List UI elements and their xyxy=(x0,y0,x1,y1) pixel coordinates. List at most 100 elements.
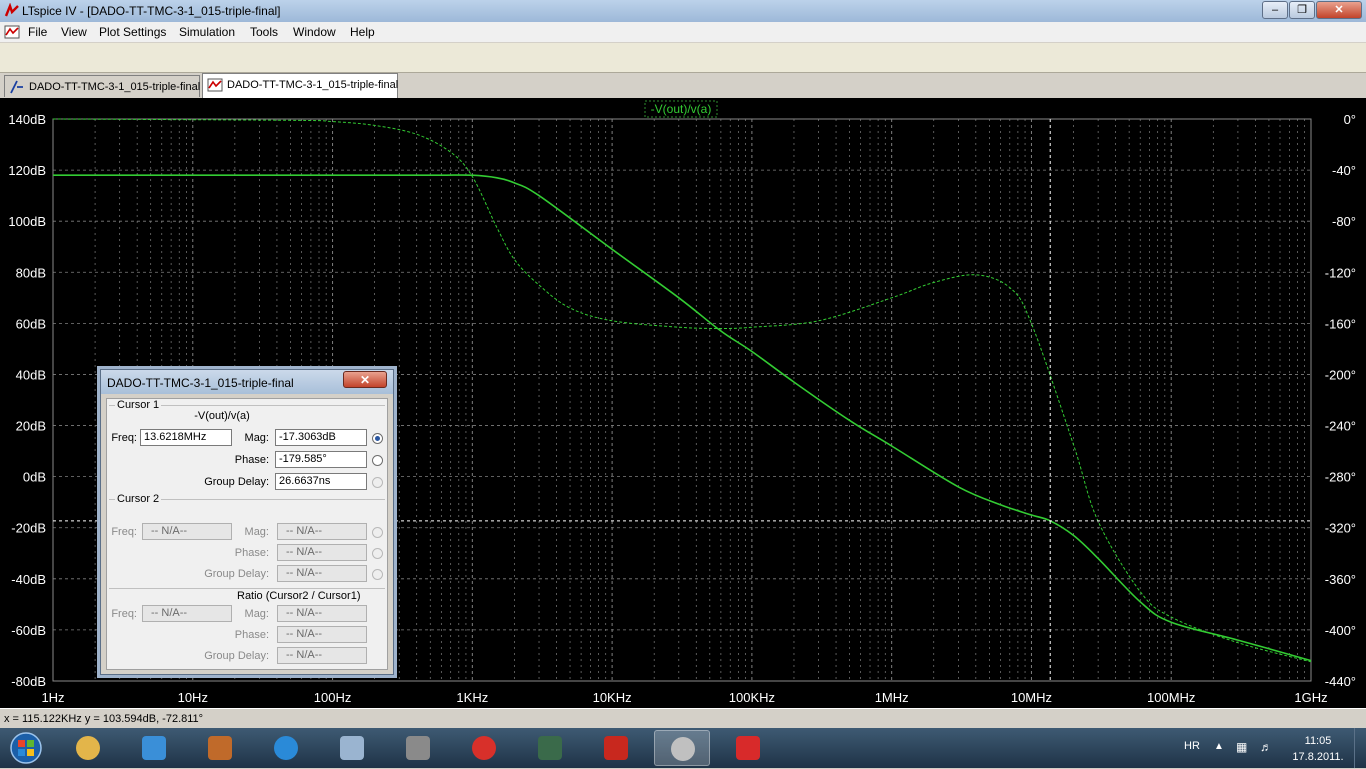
toolbar: Aa .op xyxy=(0,43,1366,110)
taskbar-button-pdf-reader[interactable] xyxy=(588,730,644,766)
cursor2-freq-label: Freq: xyxy=(111,526,137,538)
installer-icon xyxy=(208,736,232,760)
internet-explorer-icon xyxy=(274,736,298,760)
ratio-gd-field: -- N/A-- xyxy=(277,647,367,664)
start-button[interactable] xyxy=(6,730,46,766)
show-desktop-button[interactable] xyxy=(1354,728,1366,768)
cursor-dialog-close-button[interactable]: ✕ xyxy=(343,371,387,388)
cursor2-mag-field: -- N/A-- xyxy=(277,523,367,540)
ratio-mag-label: Mag: xyxy=(244,608,269,620)
ratio-freq-label: Freq: xyxy=(111,608,137,620)
y-right-tick-label: -160° xyxy=(1325,316,1356,331)
cursor1-gd-field[interactable]: 26.6637ns xyxy=(275,473,367,490)
taskbar-button-installer[interactable] xyxy=(192,730,248,766)
volume-icon[interactable]: ♬ xyxy=(1260,740,1272,754)
cursor1-gd-radio[interactable] xyxy=(372,477,383,488)
x-tick-label: 10KHz xyxy=(593,690,632,705)
cursor2-group-label: Cursor 2 xyxy=(115,493,162,505)
menu-simulation[interactable]: Simulation xyxy=(179,25,235,39)
restore-button[interactable]: ❐ xyxy=(1289,1,1315,19)
x-tick-label: 100KHz xyxy=(729,690,775,705)
taskbar-button-media-player[interactable] xyxy=(126,730,182,766)
menu-view[interactable]: View xyxy=(61,25,87,39)
taskbar-button-explorer[interactable] xyxy=(60,730,116,766)
menu-file[interactable]: File xyxy=(28,25,47,39)
y-right-tick-label: -320° xyxy=(1325,521,1356,536)
x-tick-label: 1Hz xyxy=(41,690,64,705)
taskbar-button-security[interactable] xyxy=(456,730,512,766)
title-bar[interactable]: LTspice IV - [DADO-TT-TMC-3-1_015-triple… xyxy=(0,0,1366,22)
taskbar-button-oscilloscope[interactable] xyxy=(522,730,578,766)
y-left-tick-label: 100dB xyxy=(8,214,46,229)
x-tick-label: 10Hz xyxy=(178,690,208,705)
y-left-tick-label: -80dB xyxy=(11,674,46,689)
cursor2-mag-label: Mag: xyxy=(244,526,269,538)
cursor1-mag-radio[interactable] xyxy=(372,433,383,444)
menu-tools[interactable]: Tools xyxy=(250,25,278,39)
cursor2-phase-label: Phase: xyxy=(234,547,269,559)
ratio-mag-field: -- N/A-- xyxy=(277,605,367,622)
x-tick-label: 10MHz xyxy=(1011,690,1052,705)
waveform-icon xyxy=(207,78,223,92)
taskbar-button-ltspice[interactable] xyxy=(654,730,710,766)
cursor1-phase-field[interactable]: -179.585° xyxy=(275,451,367,468)
cursor-dialog-body: Cursor 1 -V(out)/v(a) Freq: 13.6218MHz M… xyxy=(106,398,388,670)
cursor-dialog[interactable]: DADO-TT-TMC-3-1_015-triple-final ✕ Curso… xyxy=(100,369,394,675)
y-right-tick-label: -80° xyxy=(1332,214,1356,229)
ratio-group-label: Ratio (Cursor2 / Cursor1) xyxy=(237,590,361,602)
y-left-tick-label: 40dB xyxy=(16,367,46,382)
ratio-phase-label: Phase: xyxy=(234,629,269,641)
cursor-position-readout: x = 115.122KHz y = 103.594dB, -72.811° xyxy=(4,713,204,725)
clock-time[interactable]: 11:05 xyxy=(1290,735,1346,747)
menu-help[interactable]: Help xyxy=(350,25,375,39)
waveform-doc-icon[interactable] xyxy=(4,24,20,40)
x-tick-label: 1GHz xyxy=(1294,690,1327,705)
cursor2-phase-field: -- N/A-- xyxy=(277,544,367,561)
y-right-tick-label: -360° xyxy=(1325,572,1356,587)
taskbar-button-internet-explorer[interactable] xyxy=(258,730,314,766)
y-left-tick-label: 60dB xyxy=(16,316,46,331)
network-tray-icon[interactable]: ▦ xyxy=(1236,740,1247,754)
oscilloscope-icon xyxy=(538,736,562,760)
taskbar-button-paint-splat[interactable] xyxy=(720,730,776,766)
menu-window[interactable]: Window xyxy=(293,25,336,39)
y-right-tick-label: -280° xyxy=(1325,470,1356,485)
x-tick-label: 100MHz xyxy=(1147,690,1195,705)
y-left-tick-label: 140dB xyxy=(8,112,46,127)
cursor-dialog-titlebar[interactable]: DADO-TT-TMC-3-1_015-triple-final ✕ xyxy=(101,370,393,394)
y-left-tick-label: 0dB xyxy=(23,470,46,485)
menu-plot-settings[interactable]: Plot Settings xyxy=(99,25,166,39)
y-left-tick-label: 20dB xyxy=(16,419,46,434)
images-icon xyxy=(340,736,364,760)
x-tick-label: 1MHz xyxy=(875,690,909,705)
menu-bar: File View Plot Settings Simulation Tools… xyxy=(0,22,1366,61)
ltspice-logo-icon xyxy=(4,3,19,17)
x-tick-label: 1KHz xyxy=(456,690,488,705)
media-player-icon xyxy=(142,736,166,760)
trace-label[interactable]: -V(out)/v(a) xyxy=(651,102,712,116)
cursor2-phase-radio xyxy=(372,548,383,559)
y-left-tick-label: -40dB xyxy=(11,572,46,587)
clock-date[interactable]: 17.8.2011. xyxy=(1290,751,1346,763)
cursor1-phase-radio[interactable] xyxy=(372,455,383,466)
network-icon xyxy=(406,736,430,760)
language-indicator[interactable]: HR xyxy=(1184,740,1200,752)
minimize-button[interactable]: – xyxy=(1262,1,1288,19)
cursor1-freq-field[interactable]: 13.6218MHz xyxy=(140,429,232,446)
taskbar-button-network[interactable] xyxy=(390,730,446,766)
y-right-tick-label: -440° xyxy=(1325,674,1356,689)
cursor2-gd-radio xyxy=(372,569,383,580)
tab-waveform[interactable]: DADO-TT-TMC-3-1_015-triple-final xyxy=(202,73,398,98)
close-button[interactable]: ✕ xyxy=(1316,1,1362,19)
y-right-tick-label: -120° xyxy=(1325,265,1356,280)
status-bar: x = 115.122KHz y = 103.594dB, -72.811° xyxy=(0,708,1366,729)
show-hidden-icons-icon[interactable]: ▲ xyxy=(1214,741,1224,752)
cursor-dialog-title: DADO-TT-TMC-3-1_015-triple-final xyxy=(107,376,294,390)
cursor1-freq-label: Freq: xyxy=(111,432,137,444)
cursor1-mag-field[interactable]: -17.3063dB xyxy=(275,429,367,446)
window-title: LTspice IV - [DADO-TT-TMC-3-1_015-triple… xyxy=(22,4,281,18)
cursor2-freq-field: -- N/A-- xyxy=(142,523,232,540)
taskbar-button-images[interactable] xyxy=(324,730,380,766)
tab-schematic[interactable]: DADO-TT-TMC-3-1_015-triple-final xyxy=(4,75,200,97)
y-right-tick-label: -200° xyxy=(1325,367,1356,382)
